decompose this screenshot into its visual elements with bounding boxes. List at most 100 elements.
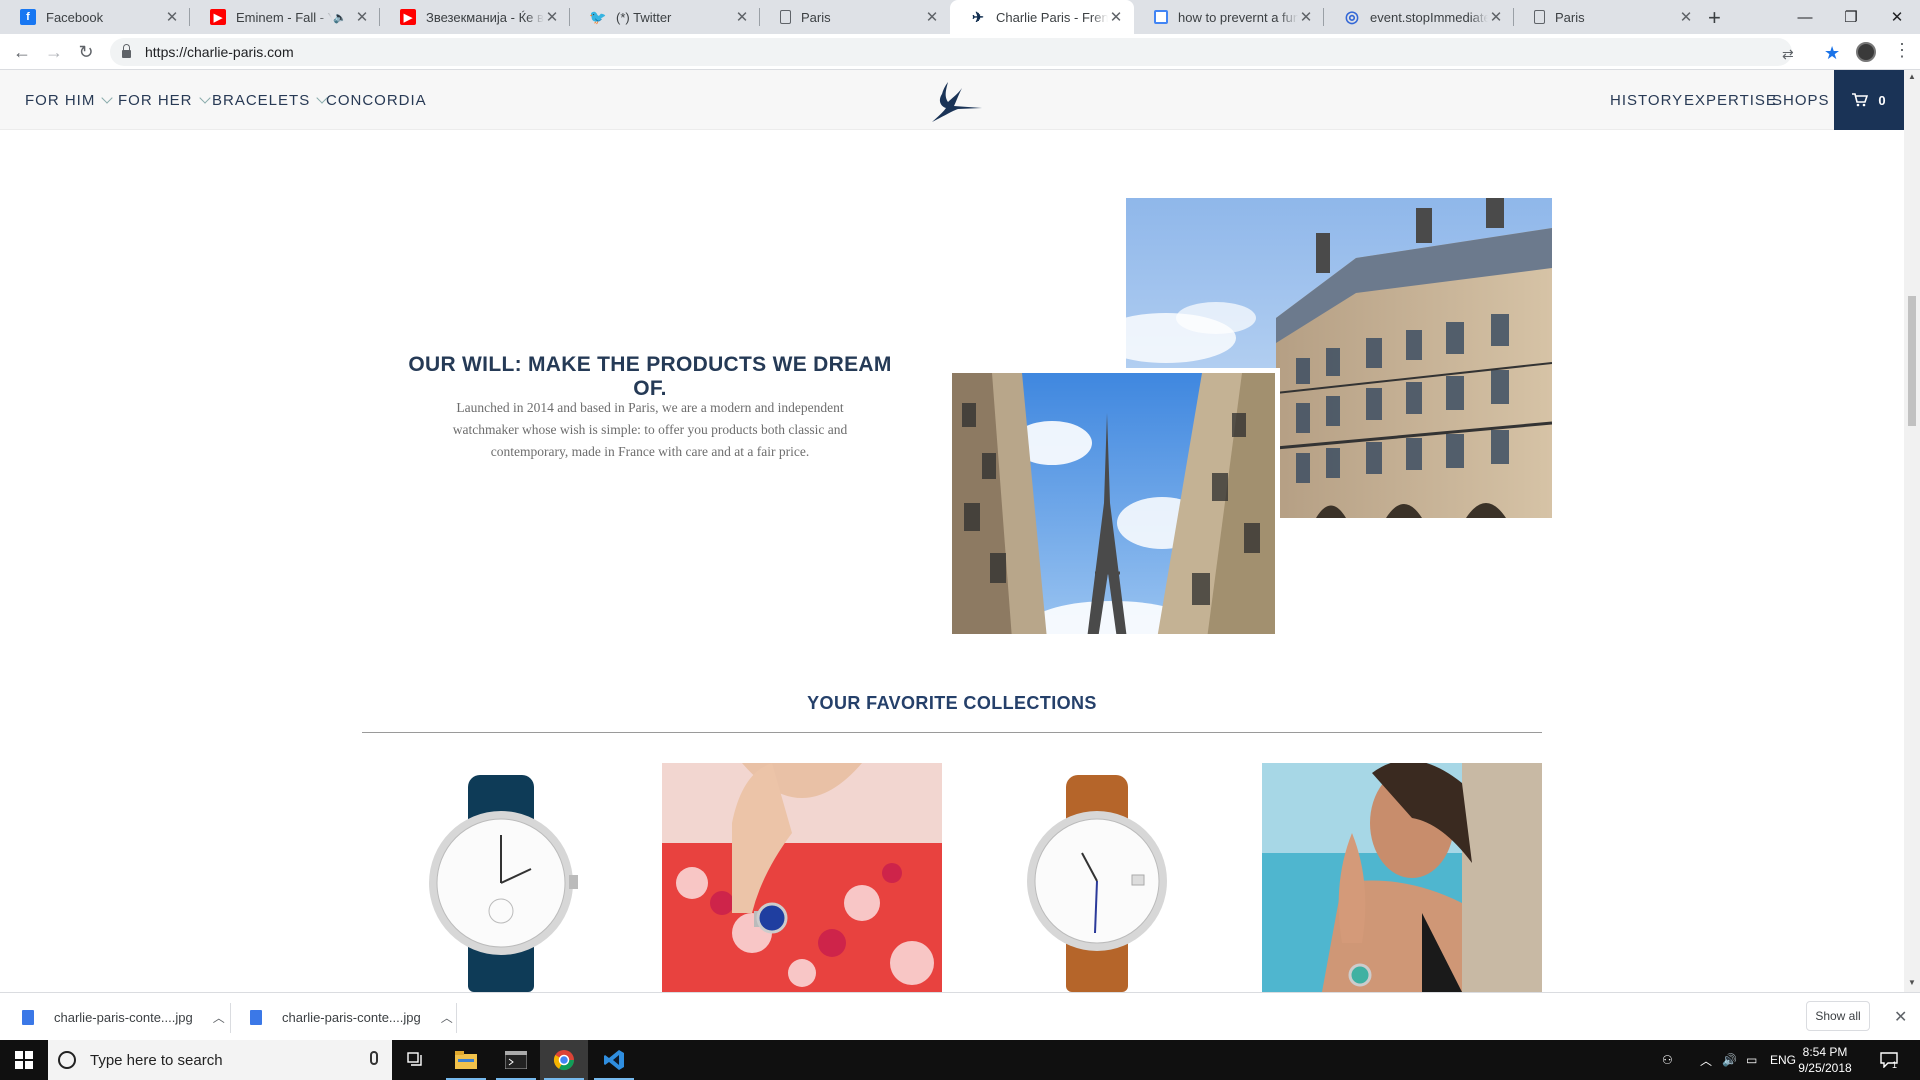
document-icon xyxy=(1534,10,1545,24)
collection-card-beach[interactable] xyxy=(1262,763,1542,992)
nav-for-him[interactable]: FOR HIM xyxy=(25,70,113,130)
notifications-icon[interactable]: 1 xyxy=(1880,1040,1898,1080)
cart-icon xyxy=(1852,93,1869,107)
scroll-down-arrow-icon[interactable]: ▼ xyxy=(1904,978,1920,987)
nav-for-her[interactable]: FOR HER xyxy=(118,70,211,130)
collection-card-floral[interactable] xyxy=(662,763,942,992)
google-icon xyxy=(1154,10,1168,24)
chrome-icon[interactable] xyxy=(540,1040,588,1080)
collection-card-tan-watch[interactable] xyxy=(962,763,1242,992)
restore-button[interactable]: ❐ xyxy=(1828,0,1874,34)
close-tab-icon[interactable]: ✕ xyxy=(354,8,370,26)
address-bar[interactable]: https://charlie-paris.com ⇄ ★ xyxy=(110,38,1840,66)
download-filename: charlie-paris-conte....jpg xyxy=(54,1009,193,1025)
download-item[interactable]: charlie-paris-conte....jpg ︿ xyxy=(250,993,453,1041)
nav-concordia[interactable]: CONCORDIA xyxy=(326,70,427,130)
vscode-icon[interactable] xyxy=(590,1040,638,1080)
tab-title: how to prevernt a func xyxy=(1178,9,1298,25)
browser-toolbar: ← → ↻ https://charlie-paris.com ⇄ ★ ⋮ xyxy=(0,34,1920,70)
nav-label: EXPERTISE xyxy=(1684,91,1777,109)
nav-label: CONCORDIA xyxy=(326,91,427,109)
page-scrollbar[interactable]: ▲ ▼ xyxy=(1904,70,1920,992)
tab-title: Paris xyxy=(1555,9,1585,25)
chevron-up-icon[interactable]: ︿ xyxy=(441,1009,453,1026)
download-item[interactable]: charlie-paris-conte....jpg ︿ xyxy=(22,993,225,1041)
nav-label: FOR HER xyxy=(118,91,193,109)
site-navigation: FOR HIM FOR HER BRACELETS CONCORDIA HIST… xyxy=(0,70,1904,130)
cart-button[interactable]: 0 xyxy=(1834,70,1904,130)
cart-count: 0 xyxy=(1878,92,1886,108)
browser-tab[interactable]: f Facebook ✕ xyxy=(0,0,190,34)
close-tab-icon[interactable]: ✕ xyxy=(1298,8,1314,26)
nav-label: SHOPS xyxy=(1772,91,1830,109)
translate-icon[interactable]: ⇄ xyxy=(1782,46,1794,63)
microphone-icon[interactable] xyxy=(370,1051,378,1065)
clock-date: 9/25/2018 xyxy=(1798,1061,1852,1075)
chevron-up-icon[interactable]: ︿ xyxy=(213,1009,225,1026)
close-tab-icon[interactable]: ✕ xyxy=(734,8,750,26)
minimize-button[interactable]: — xyxy=(1782,0,1828,34)
browser-tab[interactable]: Paris ✕ xyxy=(760,0,950,34)
collection-card-navy-watch[interactable] xyxy=(366,763,646,992)
browser-tab[interactable]: Paris ✕ xyxy=(1514,0,1704,34)
speaker-icon[interactable]: 🔈 xyxy=(332,11,348,24)
show-all-button[interactable]: Show all xyxy=(1806,1001,1870,1031)
bookmark-star-icon[interactable]: ★ xyxy=(1824,43,1840,64)
browser-menu-icon[interactable]: ⋮ xyxy=(1893,40,1911,61)
browser-tab[interactable]: ◎ event.stopImmediatePr ✕ xyxy=(1324,0,1514,34)
back-arrow-icon[interactable]: ← xyxy=(10,40,34,64)
close-tab-icon[interactable]: ✕ xyxy=(1488,8,1504,26)
browser-tab-active[interactable]: ✈ Charlie Paris - French W ✕ xyxy=(950,0,1134,34)
start-button[interactable] xyxy=(0,1040,48,1080)
page-headline: OUR WILL: MAKE THE PRODUCTS WE DREAM OF. xyxy=(408,353,892,400)
nav-bracelets[interactable]: BRACELETS xyxy=(212,70,328,130)
nav-history[interactable]: HISTORY xyxy=(1610,70,1683,130)
new-tab-button[interactable]: + xyxy=(1708,5,1721,31)
nav-expertise[interactable]: EXPERTISE xyxy=(1684,70,1777,130)
close-tab-icon[interactable]: ✕ xyxy=(924,8,940,26)
intro-paragraph: Launched in 2014 and based in Paris, we … xyxy=(452,400,848,459)
scroll-up-arrow-icon[interactable]: ▲ xyxy=(1904,72,1920,81)
nav-label: BRACELETS xyxy=(212,91,311,109)
woman-beach-image xyxy=(1262,763,1542,992)
close-tab-icon[interactable]: ✕ xyxy=(164,8,180,26)
taskbar-search-box[interactable]: Type here to search xyxy=(48,1040,392,1080)
close-tab-icon[interactable]: ✕ xyxy=(1108,8,1124,26)
browser-tab[interactable]: ▶ Eminem - Fall - You 🔈 ✕ xyxy=(190,0,380,34)
download-filename: charlie-paris-conte....jpg xyxy=(282,1009,421,1025)
close-window-button[interactable]: ✕ xyxy=(1874,0,1920,34)
crane-logo-icon[interactable] xyxy=(918,78,988,124)
network-icon[interactable]: ▭ xyxy=(1746,1040,1757,1080)
forward-arrow-icon[interactable]: → xyxy=(42,40,66,64)
close-tab-icon[interactable]: ✕ xyxy=(1678,8,1694,26)
windows-taskbar: Type here to search ⚇ ︿ 🔊 ▭ ENG 8:54 PM … xyxy=(0,1040,1920,1080)
navy-strap-watch-image xyxy=(366,763,646,992)
tab-title: Звезекманија - Ќе ви xyxy=(426,9,544,25)
browser-tab[interactable]: 🐦 (*) Twitter ✕ xyxy=(570,0,760,34)
volume-icon[interactable]: 🔊 xyxy=(1722,1040,1737,1080)
chevron-up-icon[interactable]: ︿ xyxy=(1700,1040,1712,1080)
terminal-icon[interactable] xyxy=(492,1040,540,1080)
facebook-icon: f xyxy=(20,9,36,25)
nav-label: HISTORY xyxy=(1610,91,1684,109)
system-clock[interactable]: 8:54 PM 9/25/2018 xyxy=(1790,1044,1860,1076)
tab-title: Eminem - Fall - You xyxy=(236,9,332,25)
twitter-icon: 🐦 xyxy=(589,8,607,25)
people-icon[interactable]: ⚇ xyxy=(1662,1040,1673,1080)
tab-title: Paris xyxy=(801,9,831,25)
close-downloads-icon[interactable]: ✕ xyxy=(1894,1007,1907,1027)
nav-shops[interactable]: SHOPS xyxy=(1772,70,1830,130)
image-file-icon xyxy=(22,1009,34,1025)
close-tab-icon[interactable]: ✕ xyxy=(544,8,560,26)
file-explorer-icon[interactable] xyxy=(442,1040,490,1080)
tab-title: event.stopImmediatePr xyxy=(1370,9,1488,25)
profile-avatar[interactable] xyxy=(1856,42,1876,62)
notification-count: 1 xyxy=(1892,1060,1898,1070)
task-view-icon[interactable] xyxy=(392,1040,440,1080)
browser-tab[interactable]: ▶ Звезекманија - Ќе ви ✕ xyxy=(380,0,570,34)
scrollbar-thumb[interactable] xyxy=(1908,296,1916,426)
browser-tab[interactable]: how to prevernt a func ✕ xyxy=(1134,0,1324,34)
section-divider xyxy=(362,732,1542,733)
reload-icon[interactable]: ↻ xyxy=(74,40,98,64)
browser-tab-strip: f Facebook ✕ ▶ Eminem - Fall - You 🔈 ✕ ▶… xyxy=(0,0,1920,34)
